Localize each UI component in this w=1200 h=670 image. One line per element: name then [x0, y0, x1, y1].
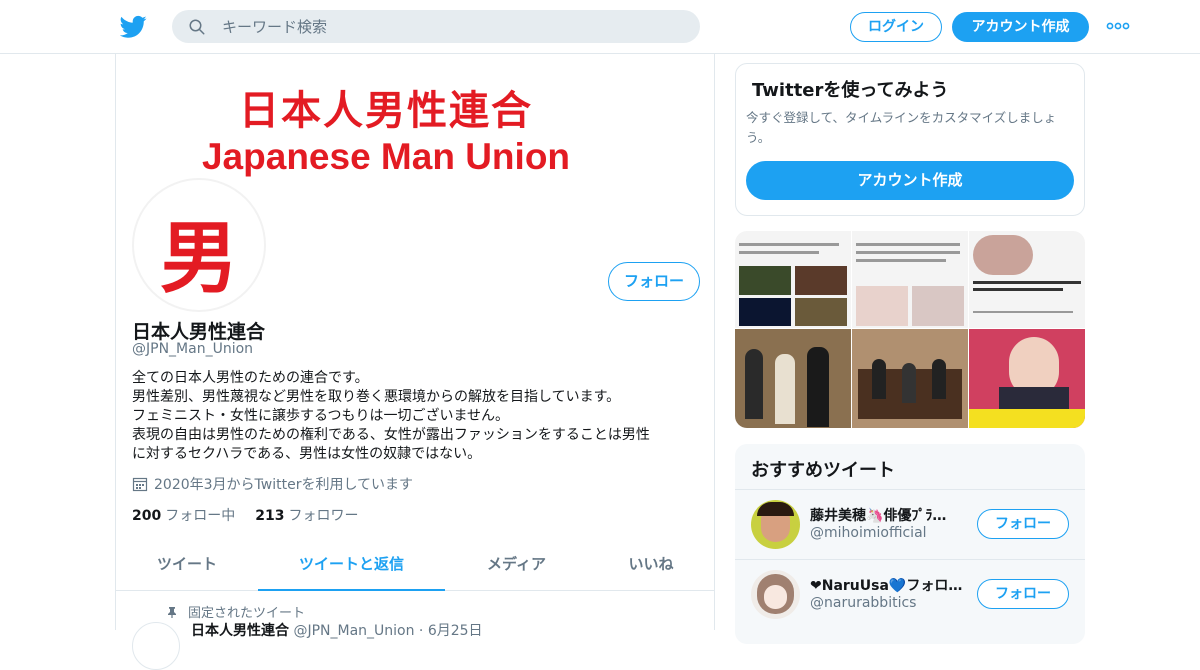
signup-card-button[interactable]: アカウント作成 — [746, 161, 1074, 200]
tab-tweets-and-replies[interactable]: ツイートと返信 — [258, 544, 445, 591]
profile-name: 日本人男性連合 — [132, 321, 266, 343]
bio-line: フェミニスト・女性に譲歩するつもりは一切ございません。 — [132, 408, 510, 424]
bio-line: 男性差別、男性蔑視など男性を取り巻く悪環境からの解放を目指しています。 — [132, 389, 621, 405]
profile-stats: 200 フォロー中 213 フォロワー — [132, 505, 358, 525]
search-icon — [189, 19, 205, 35]
media-thumbnail[interactable] — [969, 231, 1085, 328]
signup-card-text: 今すぐ登録して、タイムラインをカスタマイズしましょう。 — [746, 110, 1057, 145]
rec-name: 藤井美穂🦄俳優ﾌﾟﾗ… — [810, 508, 947, 524]
media-thumbnail[interactable] — [735, 231, 851, 328]
tweet-header: 日本人男性連合 @JPN_Man_Union · 6月25日 — [191, 620, 483, 640]
login-button[interactable]: ログイン — [850, 12, 942, 42]
following-count: 200 — [132, 508, 162, 524]
media-thumbnail[interactable] — [735, 329, 851, 428]
rec-handle: @mihoimiofficial — [810, 525, 927, 541]
media-gallery — [735, 231, 1085, 428]
rec-avatar[interactable] — [751, 570, 800, 619]
rec-follow-button[interactable]: フォロー — [977, 579, 1069, 609]
rec-account[interactable]: ❤NaruUsa💙フォロ… @narurabbitics フォロー — [735, 559, 1085, 629]
media-thumbnail[interactable] — [852, 231, 968, 328]
tweet-author-name[interactable]: 日本人男性連合 — [191, 623, 289, 639]
recs-title: おすすめツイート — [751, 460, 895, 481]
join-date-text: 2020年3月からTwitterを利用しています — [154, 477, 414, 493]
bio-line: 全ての日本人男性のための連合です。 — [132, 370, 369, 386]
followers-count: 213 — [255, 508, 285, 524]
join-date: 2020年3月からTwitterを利用しています — [132, 474, 413, 494]
pinned-label-text: 固定されたツイート — [188, 606, 306, 621]
bio-line: に対するセクハラである、男性は女性の奴隷ではない。 — [132, 446, 482, 462]
rec-account[interactable]: 藤井美穂🦄俳優ﾌﾟﾗ… @mihoimiofficial フォロー — [735, 489, 1085, 559]
tweet-meta: @JPN_Man_Union · 6月25日 — [293, 623, 483, 639]
tab-tweets[interactable]: ツイート — [116, 544, 258, 591]
twitter-bird-icon[interactable] — [120, 13, 147, 40]
profile-bio: 全ての日本人男性のための連合です。 男性差別、男性蔑視など男性を取り巻く悪環境か… — [132, 369, 698, 464]
tab-media[interactable]: メディア — [445, 544, 588, 591]
more-options-icon[interactable] — [1106, 19, 1130, 33]
avatar-character: 男 — [159, 213, 238, 304]
followers-link[interactable]: 213 フォロワー — [255, 508, 358, 524]
following-link[interactable]: 200 フォロー中 — [132, 508, 235, 524]
rec-avatar[interactable] — [751, 500, 800, 549]
profile-banner[interactable]: 日本人男性連合 Japanese Man Union — [116, 54, 714, 188]
media-thumbnail[interactable] — [852, 329, 968, 428]
profile-handle: @JPN_Man_Union — [132, 341, 254, 357]
rec-handle: @narurabbitics — [810, 595, 917, 611]
calendar-icon — [132, 477, 148, 492]
tweet-avatar[interactable] — [132, 622, 180, 670]
tab-likes[interactable]: いいね — [588, 544, 714, 591]
banner-title-japanese: 日本人男性連合 — [239, 88, 533, 134]
top-navigation-bar: ログイン アカウント作成 — [0, 0, 1200, 54]
recommended-tweets: おすすめツイート 藤井美穂🦄俳優ﾌﾟﾗ… @mihoimiofficial フォ… — [735, 444, 1085, 644]
pin-icon — [168, 607, 176, 618]
profile-column: 日本人男性連合 Japanese Man Union 男 フォロー 日本人男性連… — [115, 54, 715, 670]
followers-label: フォロワー — [288, 508, 359, 524]
following-label: フォロー中 — [165, 508, 236, 524]
pinned-tweet-label: 固定されたツイート — [166, 602, 305, 621]
signup-prompt-card: Twitterを使ってみよう 今すぐ登録して、タイムラインをカスタマイズしましょ… — [735, 63, 1085, 216]
rec-name: ❤NaruUsa💙フォロ… — [810, 578, 963, 594]
search-box[interactable] — [172, 10, 700, 43]
media-thumbnail[interactable] — [969, 329, 1085, 428]
banner-title-english: Japanese Man Union — [201, 136, 571, 177]
follow-button[interactable]: フォロー — [608, 262, 700, 301]
signup-card-title: Twitterを使ってみよう — [752, 80, 949, 101]
bio-line: 表現の自由は男性のための権利である、女性が露出ファッションをすることは男性 — [132, 427, 650, 443]
search-input[interactable] — [222, 10, 682, 43]
signup-button[interactable]: アカウント作成 — [952, 12, 1089, 42]
profile-avatar[interactable]: 男 — [132, 178, 266, 312]
profile-tabs: ツイート ツイートと返信 メディア いいね — [116, 544, 714, 591]
rec-follow-button[interactable]: フォロー — [977, 509, 1069, 539]
